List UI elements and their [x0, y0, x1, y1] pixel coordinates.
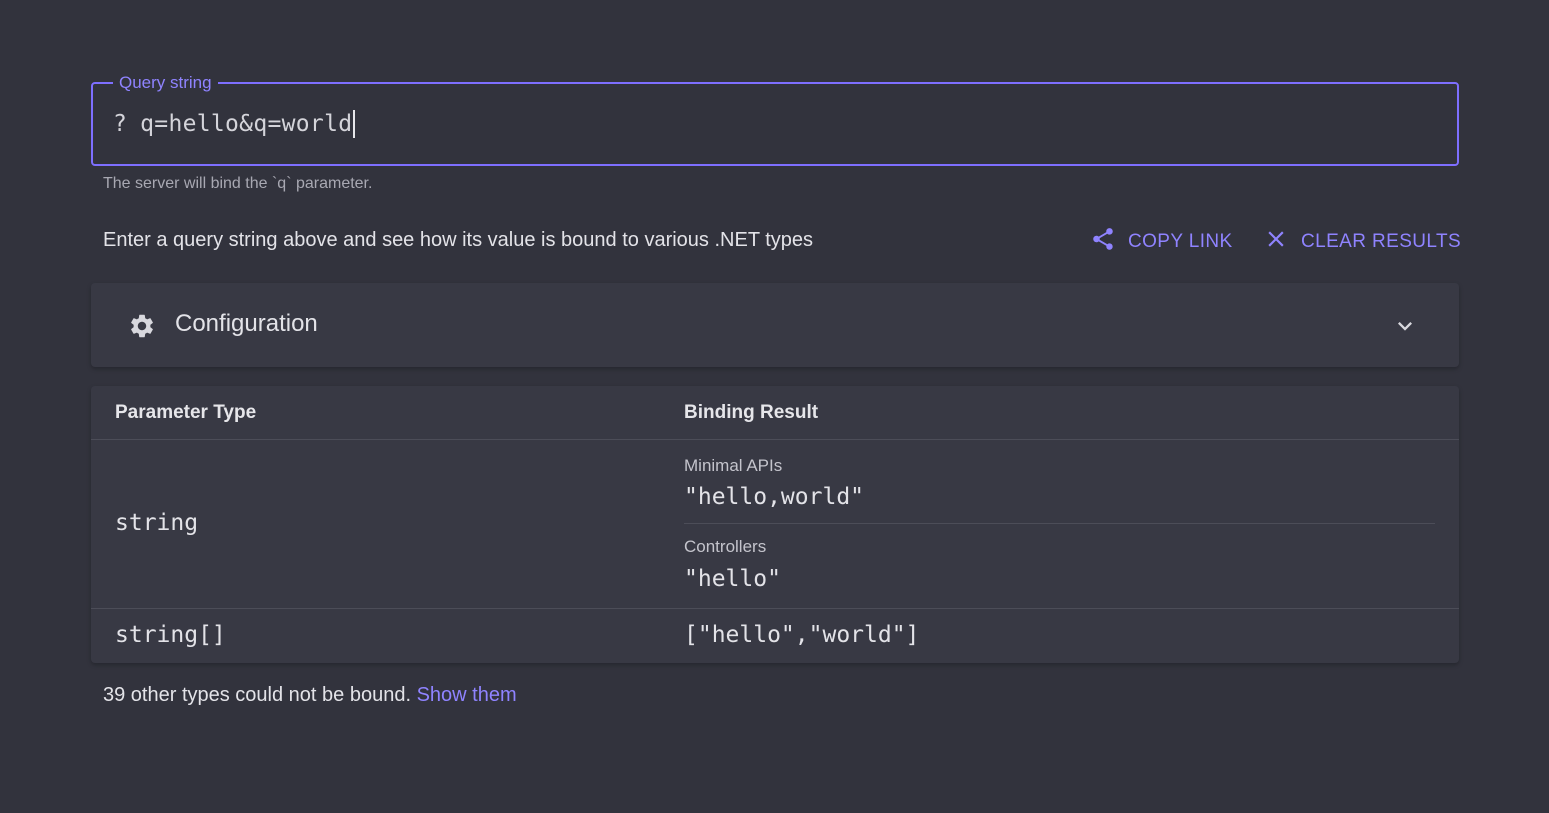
parameter-type-cell: string [115, 510, 199, 536]
binding-source-label: Controllers [684, 537, 767, 556]
query-string-input-row[interactable]: ? q=hello&q=world [113, 110, 355, 138]
page-description: Enter a query string above and see how i… [103, 229, 814, 251]
parameter-type-cell: string[] [115, 622, 226, 648]
unbound-types-text: 39 other types could not be bound. [103, 684, 412, 706]
gear-icon [128, 312, 156, 340]
copy-link-button[interactable]: COPY LINK [1090, 226, 1233, 258]
unbound-types-message: 39 other types could not be bound. Show … [103, 684, 517, 707]
copy-link-label: COPY LINK [1128, 231, 1233, 252]
binding-result-value: "hello,world" [684, 484, 865, 510]
header-parameter-type: Parameter Type [115, 402, 257, 423]
query-string-input[interactable]: q=hello&q=world [140, 111, 352, 137]
row-divider [91, 608, 1459, 609]
header-divider [91, 439, 1459, 440]
configuration-panel[interactable]: Configuration [91, 283, 1459, 367]
chevron-down-icon[interactable] [1391, 312, 1419, 340]
query-string-label: Query string [113, 73, 218, 93]
binding-result-value: "hello" [684, 566, 781, 592]
result-divider [684, 523, 1435, 524]
binding-source-label: Minimal APIs [684, 456, 783, 475]
header-binding-result: Binding Result [684, 402, 819, 423]
results-table: Parameter Type Binding Result string Min… [91, 386, 1459, 663]
show-them-link[interactable]: Show them [417, 684, 517, 706]
query-prefix: ? [113, 111, 128, 137]
clear-results-label: CLEAR RESULTS [1301, 231, 1462, 252]
page: Query string ? q=hello&q=world The serve… [0, 0, 1549, 813]
query-string-field[interactable]: Query string ? q=hello&q=world [91, 73, 1459, 166]
share-icon [1090, 226, 1116, 258]
text-caret [353, 110, 355, 138]
clear-results-button[interactable]: CLEAR RESULTS [1263, 226, 1461, 258]
configuration-title: Configuration [175, 310, 318, 337]
binding-result-value: ["hello","world"] [684, 622, 920, 648]
query-helper-text: The server will bind the `q` parameter. [103, 175, 373, 192]
close-icon [1263, 226, 1289, 258]
